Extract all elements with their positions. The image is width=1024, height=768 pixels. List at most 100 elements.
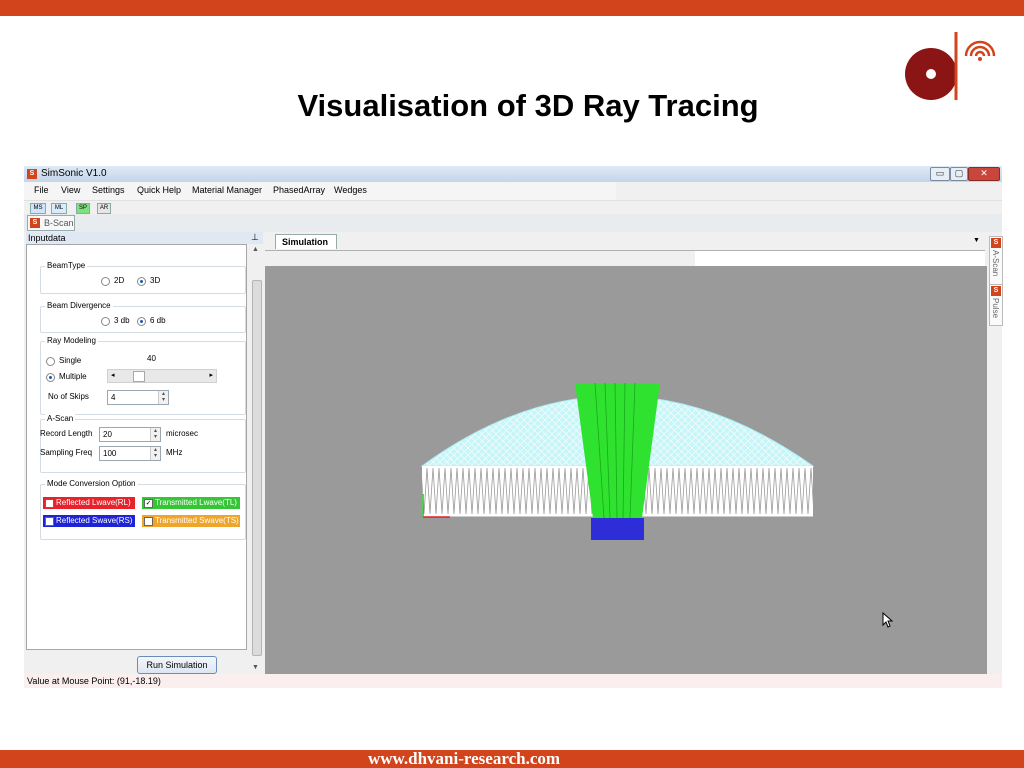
menu-view[interactable]: View [61,185,80,195]
ray-modeling-title: Ray Modeling [45,336,98,345]
menu-wedges[interactable]: Wedges [334,185,367,195]
mode-rl-checkbox[interactable]: Reflected Lwave(RL) [43,497,135,509]
sampling-freq-stepper[interactable]: 100 ▴ ▾ [99,446,161,461]
app-icon: S [27,169,37,179]
toolbar-sp-button[interactable]: SP [76,203,90,214]
menu-settings[interactable]: Settings [92,185,125,195]
scrollbar-thumb[interactable] [252,280,262,656]
sampling-freq-label: Sampling Freq [40,448,93,457]
beam-type-2d-label: 2D [114,276,125,285]
status-bar: Value at Mouse Point: (91,-18.19) [24,674,1002,688]
mode-tl-checkbox[interactable]: ✓ Transmitted Lwave(TL) [142,497,240,509]
menu-bar: File View Settings Quick Help Material M… [24,182,616,200]
simulation-header-blank [695,251,985,266]
mode-conversion-title: Mode Conversion Option [45,479,138,488]
mode-ts-checkbox[interactable]: Transmitted Swave(TS) [142,515,240,527]
chevron-down-icon[interactable]: ▼ [973,237,980,244]
divergence-3db-label: 3 db [114,316,130,325]
beam-divergence-group: Beam Divergence 3 db 6 db [40,301,246,333]
tab-simulation[interactable]: Simulation [275,234,337,249]
menu-material-manager[interactable]: Material Manager [192,185,262,195]
menu-file[interactable]: File [34,185,49,195]
b-scan-tab-label: B-Scan [44,218,74,228]
toolbar-ml-button[interactable]: ML [51,203,67,214]
skips-spin-icon[interactable]: ▴ ▾ [158,391,168,404]
skips-value: 4 [111,393,116,402]
window-title: SimSonic V1.0 [41,168,107,179]
menu-phased-array[interactable]: PhasedArray [273,185,325,195]
ascan-group: A-Scan Record Length 20 ▴ ▾ microsec Samp… [40,414,246,473]
pulse-tab-icon: S [991,286,1001,296]
record-length-stepper[interactable]: 20 ▴ ▾ [99,427,161,442]
slider-thumb[interactable] [133,371,145,382]
inputdata-header: Inputdata ⊥ [26,232,263,244]
a-scan-tab-icon: S [991,238,1001,248]
simulation-viewport[interactable] [265,266,987,674]
beam-type-group: BeamType 2D 3D [40,261,246,294]
toolbar-ms-button[interactable]: MS [30,203,46,214]
mouse-cursor-icon [882,612,894,628]
divergence-6db-label: 6 db [150,316,166,325]
document-tab-strip: S B-Scan [24,214,1002,232]
tab-b-scan[interactable]: S B-Scan [27,215,75,231]
beam-type-3d-label: 3D [150,276,161,285]
ray-single-radio[interactable] [46,357,55,366]
beam-type-title: BeamType [45,261,88,270]
ascan-title: A-Scan [45,414,76,423]
beam-type-2d-radio[interactable] [101,277,110,286]
close-button[interactable]: ✕ [968,167,1000,181]
right-tab-strip: S A-Scan S Pulse [988,232,1003,674]
slide-title: Visualisation of 3D Ray Tracing [297,88,759,123]
window-title-bar[interactable]: S SimSonic V1.0 ▭ ▢ ✕ [24,166,1002,182]
mode-rs-box [45,517,54,526]
inputdata-title: Inputdata [28,233,66,243]
record-length-value: 20 [103,430,112,439]
mode-ts-box [144,517,153,526]
minimize-button[interactable]: ▭ [930,167,950,181]
mode-rs-checkbox[interactable]: Reflected Swave(RS) [43,515,135,527]
record-length-label: Record Length [40,429,93,438]
run-simulation-button[interactable]: Run Simulation [137,656,217,674]
slider-right-arrow-icon[interactable]: ▸ [209,371,213,379]
simulation-tab-bar: Simulation ▼ [265,232,985,251]
divergence-6db-radio[interactable] [137,317,146,326]
app-window: S SimSonic V1.0 ▭ ▢ ✕ File View Settings… [24,166,1003,688]
maximize-button[interactable]: ▢ [950,167,968,181]
footer-url[interactable]: www.dhvani-research.com [368,750,560,768]
mode-conversion-group: Mode Conversion Option Reflected Lwave(R… [40,479,246,540]
divergence-3db-radio[interactable] [101,317,110,326]
transducer-block [591,518,644,540]
pin-icon[interactable]: ⊥ [251,232,259,243]
skips-stepper[interactable]: 4 ▴ ▾ [107,390,169,405]
tab-pulse[interactable]: S Pulse [989,284,1003,326]
ray-multiple-radio[interactable] [46,373,55,382]
toolbar-ar-button[interactable]: AR [97,203,111,214]
slider-left-arrow-icon[interactable]: ◂ [111,371,115,379]
mode-tl-box: ✓ [144,499,153,508]
simulation-header-strip [265,251,695,266]
scroll-up-icon[interactable]: ▲ [252,246,259,253]
beam-divergence-title: Beam Divergence [45,301,113,310]
ray-single-label: Single [59,356,82,365]
record-length-spin-icon[interactable]: ▴ ▾ [150,428,160,441]
mode-tl-label: Transmitted Lwave(TL) [155,498,237,507]
sampling-freq-unit: MHz [166,448,183,457]
inputdata-panel: BeamType 2D 3D Beam Divergence 3 db 6 db… [26,244,247,650]
a-scan-tab-label: A-Scan [991,250,1000,277]
pulse-tab-label: Pulse [991,298,1000,319]
slide-top-bar [0,0,1024,16]
b-scan-tab-icon: S [30,218,40,228]
toolbar: MS ML SP AR [24,200,1002,215]
mode-rl-label: Reflected Lwave(RL) [56,498,131,507]
record-length-unit: microsec [166,429,199,438]
beam-type-3d-radio[interactable] [137,277,146,286]
left-panel-scrollbar[interactable]: ▲ ▼ [250,244,262,674]
scroll-down-icon[interactable]: ▼ [252,664,259,671]
ray-tracing-3d-render[interactable] [265,266,987,674]
ray-count-slider[interactable]: ◂ ▸ [107,369,217,383]
tab-a-scan[interactable]: S A-Scan [989,236,1003,286]
menu-quick-help[interactable]: Quick Help [137,185,181,195]
mode-ts-label: Transmitted Swave(TS) [155,516,239,525]
sampling-freq-spin-icon[interactable]: ▴ ▾ [150,447,160,460]
ray-modeling-group: Ray Modeling Single 40 Multiple ◂ ▸ No o… [40,336,246,415]
